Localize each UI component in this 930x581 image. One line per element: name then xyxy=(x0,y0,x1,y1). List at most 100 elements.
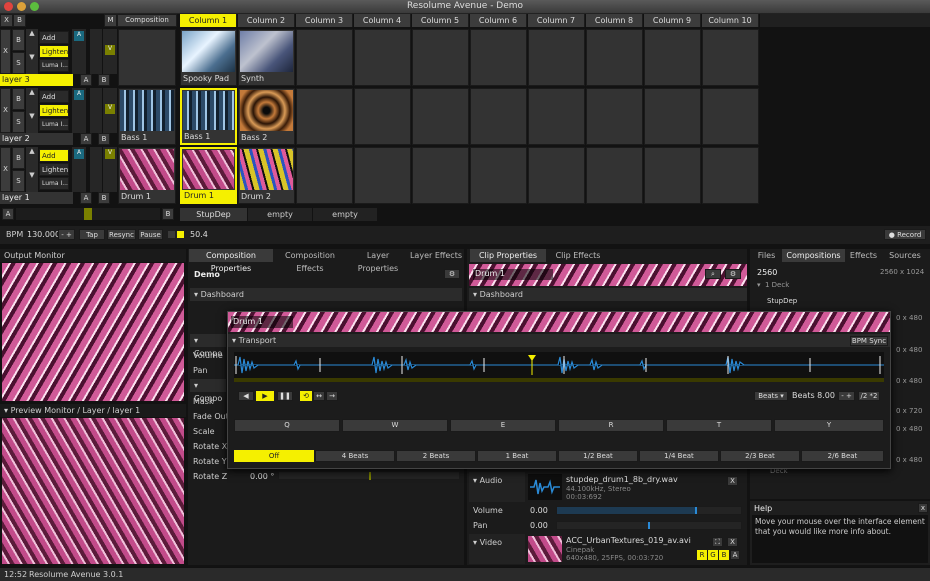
composition-options-gear-icon[interactable]: ⚙ xyxy=(444,269,460,279)
layer-3-a-button[interactable]: A xyxy=(80,74,92,86)
layer-2-clear-button[interactable]: X xyxy=(0,88,11,133)
clip-empty[interactable] xyxy=(586,147,643,204)
layer-3-blend-add[interactable]: Add xyxy=(39,31,69,44)
clip-empty[interactable] xyxy=(586,29,643,86)
video-channel-g[interactable]: G xyxy=(708,550,718,560)
record-button[interactable]: ● Record xyxy=(884,229,926,240)
layer-1-blend-lighten[interactable]: Lighten xyxy=(39,163,69,176)
layer-2-b-button[interactable]: B xyxy=(98,133,110,145)
layer-3-blend-luma[interactable]: Luma I... xyxy=(39,59,69,72)
layer-2-fader-b[interactable]: V xyxy=(103,88,117,133)
cue-r[interactable]: R xyxy=(558,419,664,432)
clip-empty[interactable] xyxy=(354,88,411,145)
clip-empty[interactable] xyxy=(296,88,353,145)
tab-composition-properties[interactable]: Composition Properties xyxy=(189,249,273,273)
crossfader-b-button[interactable]: B xyxy=(162,208,174,220)
beat-option-off[interactable]: Off xyxy=(234,450,314,462)
column-5-header[interactable]: Column 5 xyxy=(412,14,469,27)
tab-files[interactable]: Files xyxy=(751,249,782,262)
cue-t[interactable]: T xyxy=(666,419,772,432)
column-1-header[interactable]: Column 1 xyxy=(180,14,237,27)
clip-empty[interactable] xyxy=(296,29,353,86)
clip-empty[interactable] xyxy=(412,147,469,204)
tab-layer-effects[interactable]: Layer Effects xyxy=(409,249,463,262)
play-once-icon[interactable]: → xyxy=(326,391,338,401)
clip-empty[interactable] xyxy=(702,29,759,86)
play-forward-button[interactable]: ▶ xyxy=(256,391,274,401)
layer-1-solo-button[interactable]: S xyxy=(12,170,25,192)
audio-header[interactable]: ▾ Audio xyxy=(473,476,502,485)
tap-button[interactable]: Tap xyxy=(79,229,105,240)
clip-empty[interactable] xyxy=(412,88,469,145)
layer-2-solo-button[interactable]: S xyxy=(12,111,25,133)
tab-clip-effects[interactable]: Clip Effects xyxy=(546,249,610,262)
crossfader-handle[interactable] xyxy=(84,208,92,220)
layer-1-fader-track[interactable] xyxy=(90,147,102,192)
clip-synth[interactable]: Synth xyxy=(238,29,295,86)
layer-2-blend-luma[interactable]: Luma I... xyxy=(39,118,69,131)
beat-option-two-thirds-beat[interactable]: 2/3 Beat xyxy=(720,450,800,462)
layer-1-bypass-button[interactable]: B xyxy=(12,147,25,169)
help-close-button[interactable]: x xyxy=(918,503,928,513)
beat-option-1-beat[interactable]: 1 Beat xyxy=(477,450,557,462)
column-7-header[interactable]: Column 7 xyxy=(528,14,585,27)
video-channel-r[interactable]: R xyxy=(697,550,707,560)
browser-comp-name[interactable]: 2560 xyxy=(757,268,777,277)
bounce-icon[interactable]: ↔ xyxy=(313,391,325,401)
resync-button[interactable]: Resync xyxy=(107,229,136,240)
clip-dashboard-header[interactable]: ▾ Dashboard xyxy=(469,288,747,301)
clip-drum-1[interactable]: Drum 1 xyxy=(180,147,237,204)
beat-option-4-beats[interactable]: 4 Beats xyxy=(315,450,395,462)
clip-empty[interactable] xyxy=(470,147,527,204)
clip-bass-1[interactable]: Bass 1 xyxy=(180,88,237,145)
clip-empty[interactable] xyxy=(644,29,701,86)
column-9-header[interactable]: Column 9 xyxy=(644,14,701,27)
transport-header[interactable]: ▾ Transport xyxy=(228,334,890,347)
layer-1-updown[interactable]: ▲ ▼ xyxy=(26,147,38,192)
clip-empty[interactable] xyxy=(528,29,585,86)
beat-option-2-beats[interactable]: 2 Beats xyxy=(396,450,476,462)
play-backward-button[interactable]: ◀ xyxy=(238,391,254,401)
preview-monitor-view[interactable] xyxy=(2,418,184,564)
popup-clip-name[interactable]: Drum 1 xyxy=(231,316,293,328)
bpm-minus-plus[interactable]: - + xyxy=(58,229,75,240)
layer-3-fader-a[interactable]: A xyxy=(72,29,86,74)
layer-1-fader-b[interactable]: V xyxy=(103,147,117,192)
clip-empty[interactable] xyxy=(528,88,585,145)
video-channel-b[interactable]: B xyxy=(719,550,729,560)
column-3-header[interactable]: Column 3 xyxy=(296,14,353,27)
bpm-value[interactable]: 130.000 xyxy=(27,230,60,239)
layer-1-blend-add[interactable]: Add xyxy=(39,149,69,162)
layer-2-fader-a[interactable]: A xyxy=(72,88,86,133)
pause-button[interactable]: Pause xyxy=(138,229,163,240)
cue-q[interactable]: Q xyxy=(234,419,340,432)
layer-1-a-button[interactable]: A xyxy=(80,192,92,204)
deck-mute-button[interactable]: M xyxy=(104,14,117,27)
beat-option-half-beat[interactable]: 1/2 Beat xyxy=(558,450,638,462)
bpm-sync-dropdown[interactable]: BPM Sync xyxy=(850,336,888,346)
transport-range-bar[interactable] xyxy=(234,378,884,382)
cue-y[interactable]: Y xyxy=(774,419,884,432)
beats-value[interactable]: Beats 8.00 xyxy=(792,391,835,400)
clip-empty[interactable] xyxy=(470,29,527,86)
beats-dropdown[interactable]: Beats ▾ xyxy=(754,391,788,401)
beats-minus-plus[interactable]: - + xyxy=(838,391,855,401)
column-10-header[interactable]: Column 10 xyxy=(702,14,759,27)
video-channel-a[interactable]: A xyxy=(730,550,740,560)
layer-2-fader-track[interactable] xyxy=(90,88,102,133)
clip-drum-2[interactable]: Drum 2 xyxy=(238,147,295,204)
clip-volume-value[interactable]: 0.00 xyxy=(530,506,548,515)
tab-layer-properties[interactable]: Layer Properties xyxy=(347,249,409,273)
layer-1-composition-clip[interactable]: Drum 1 xyxy=(118,147,176,204)
crossfader-track[interactable] xyxy=(16,208,160,220)
layer-3-clear-button[interactable]: X xyxy=(0,29,11,74)
layer-3-fader-track[interactable] xyxy=(90,29,102,74)
layer-3-fader-b[interactable]: V xyxy=(103,29,117,74)
column-8-header[interactable]: Column 8 xyxy=(586,14,643,27)
composition-section-1[interactable]: ▾ Compo xyxy=(190,334,226,358)
video-fit-icon[interactable]: ⛶ xyxy=(712,537,723,547)
audio-remove-button[interactable]: X xyxy=(727,476,738,486)
deck-bypass-button[interactable]: B xyxy=(13,14,26,27)
tab-effects[interactable]: Effects xyxy=(845,249,882,262)
clip-pan-slider[interactable] xyxy=(556,521,742,530)
